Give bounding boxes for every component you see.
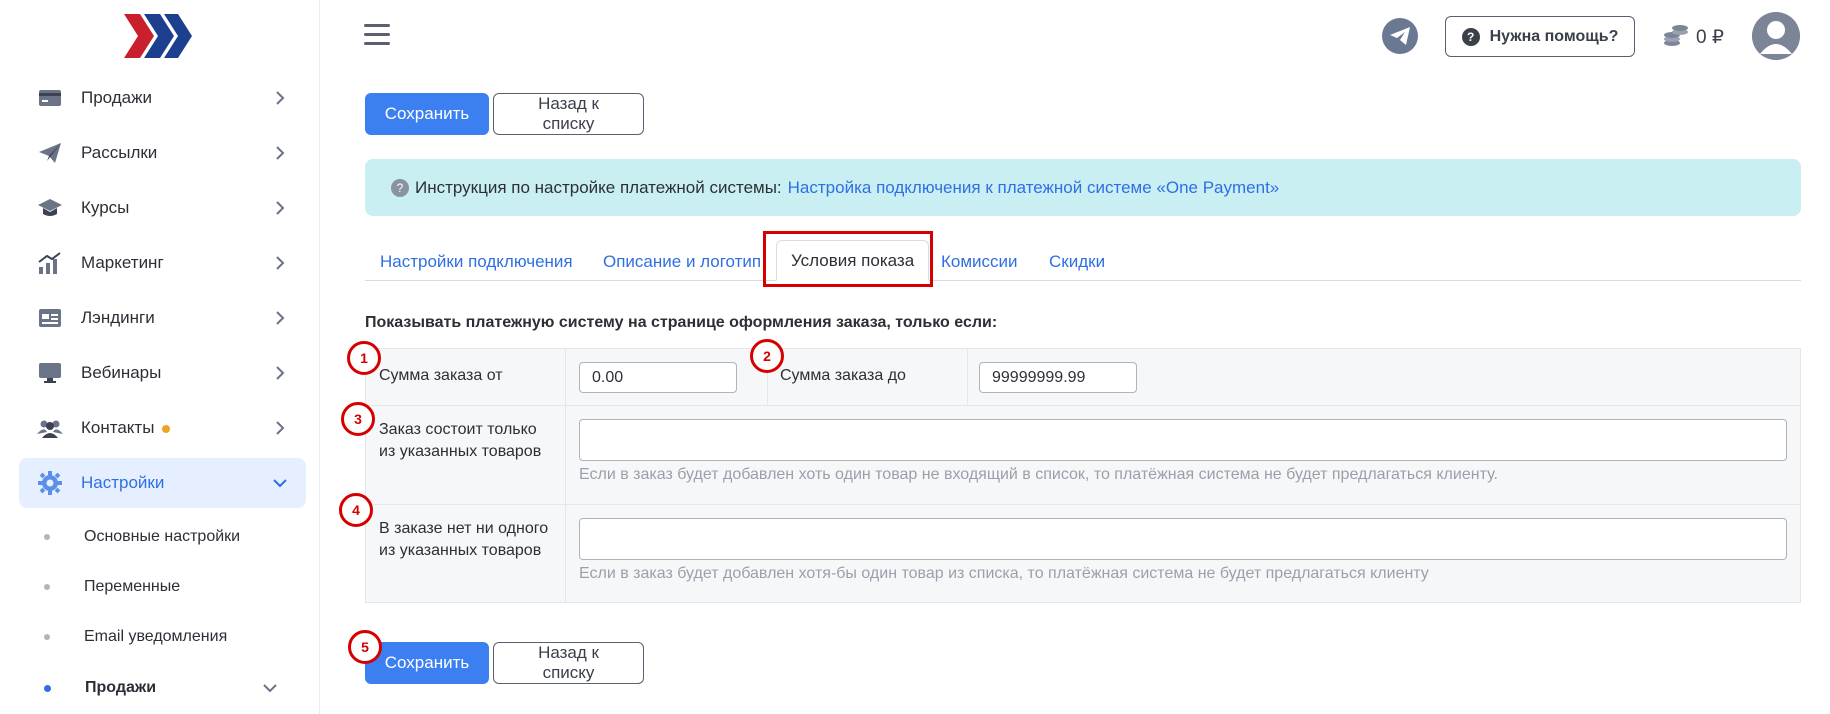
only-products-label: Заказ состоит только из указанных товаро… <box>379 421 542 460</box>
question-icon: ? <box>1461 27 1480 46</box>
instruction-banner: ? Инструкция по настройке платежной сист… <box>365 159 1801 216</box>
sidebar-item-label: Маркетинг <box>81 253 164 272</box>
chevron-down-icon <box>263 684 277 693</box>
sum-from-input[interactable]: 0.00 <box>579 362 737 393</box>
only-products-hint: Если в заказ будет добавлен хоть один то… <box>579 466 1498 483</box>
help-button-label: Нужна помощь? <box>1489 27 1619 45</box>
chevron-right-icon <box>276 256 285 270</box>
question-icon: ? <box>391 178 409 197</box>
chart-up-icon <box>37 250 63 276</box>
no-products-input[interactable] <box>579 518 1787 560</box>
menu-toggle-icon[interactable] <box>364 24 390 46</box>
chevron-right-icon <box>276 201 285 215</box>
bullet-icon <box>44 534 50 540</box>
annotation-marker-5: 5 <box>348 630 382 664</box>
telegram-icon[interactable] <box>1382 18 1418 54</box>
subitem-variables[interactable]: Переменные <box>44 567 306 607</box>
user-icon <box>1752 12 1800 60</box>
balance-value: 0 ₽ <box>1696 26 1724 48</box>
sidebar-item-sales[interactable]: Продажи <box>19 73 306 123</box>
bullet-icon <box>44 634 50 640</box>
annotation-marker-4: 4 <box>339 493 373 527</box>
save-button-bottom[interactable]: Сохранить <box>365 642 489 684</box>
sidebar-item-marketing[interactable]: Маркетинг <box>19 238 306 288</box>
sum-to-label: Сумма заказа до <box>780 367 906 384</box>
subitem-label: Переменные <box>84 578 181 595</box>
card-icon <box>37 85 63 111</box>
tab-commissions[interactable]: Комиссии <box>941 244 1018 280</box>
no-products-hint: Если в заказ будет добавлен хотя-бы один… <box>579 565 1429 582</box>
conditions-table: Сумма заказа от 0.00 Сумма заказа до 999… <box>365 348 1801 603</box>
save-button-top[interactable]: Сохранить <box>365 93 489 135</box>
sidebar-item-webinars[interactable]: Вебинары <box>19 348 306 398</box>
annotation-marker-3: 3 <box>341 402 375 436</box>
landing-page-icon <box>37 305 63 331</box>
table-row: Сумма заказа от 0.00 Сумма заказа до 999… <box>366 349 1800 406</box>
monitor-icon <box>37 360 63 386</box>
sidebar-item-mailings[interactable]: Рассылки <box>19 128 306 178</box>
subitem-email-notifications[interactable]: Email уведомления <box>44 617 306 657</box>
graduation-cap-icon <box>37 195 63 221</box>
bullet-icon <box>44 684 51 692</box>
sum-to-input[interactable]: 99999999.99 <box>979 362 1137 393</box>
help-button[interactable]: ? Нужна помощь? <box>1445 16 1635 57</box>
sidebar-item-label: Лэндинги <box>81 308 155 327</box>
users-icon <box>37 415 63 441</box>
table-row: Заказ состоит только из указанных товаро… <box>366 406 1800 505</box>
tab-connection-settings[interactable]: Настройки подключения <box>380 244 573 280</box>
back-to-list-button-bottom[interactable]: Назад к списку <box>493 642 644 684</box>
chevron-right-icon <box>276 421 285 435</box>
sum-from-label: Сумма заказа от <box>379 367 503 384</box>
table-row: В заказе нет ни одного из указанных това… <box>366 505 1800 603</box>
tab-description-logo[interactable]: Описание и логотип <box>603 244 761 280</box>
sidebar-item-landings[interactable]: Лэндинги <box>19 293 306 343</box>
tab-discounts[interactable]: Скидки <box>1049 244 1105 280</box>
chevron-right-icon <box>276 146 285 160</box>
section-title: Показывать платежную систему на странице… <box>365 314 998 331</box>
chevron-right-icon <box>276 366 285 380</box>
avatar[interactable] <box>1752 12 1800 60</box>
only-products-input[interactable] <box>579 419 1787 461</box>
sidebar-item-label: Настройки <box>81 473 165 492</box>
tabs-divider <box>365 280 1801 281</box>
chevron-down-icon <box>273 479 287 488</box>
notification-dot <box>162 424 171 433</box>
bullet-icon <box>44 584 50 590</box>
annotation-marker-2: 2 <box>750 339 784 373</box>
sidebar-item-contacts[interactable]: Контакты <box>19 403 306 453</box>
sidebar-item-label: Вебинары <box>81 363 162 382</box>
sidebar-item-settings[interactable]: Настройки <box>19 458 306 508</box>
subitem-main-settings[interactable]: Основные настройки <box>44 517 306 557</box>
sidebar-item-label: Контакты <box>81 418 171 438</box>
sidebar-item-label: Продажи <box>81 88 152 107</box>
subitem-sales[interactable]: Продажи <box>44 668 306 708</box>
subitem-label: Основные настройки <box>84 528 241 545</box>
balance[interactable]: 0 ₽ <box>1662 22 1724 52</box>
back-to-list-button-top[interactable]: Назад к списку <box>493 93 644 135</box>
banner-text: Инструкция по настройке платежной систем… <box>415 177 782 197</box>
instruction-link[interactable]: Настройка подключения к платежной систем… <box>788 178 1280 198</box>
annotation-highlight-box <box>763 231 933 287</box>
sidebar-item-label: Курсы <box>81 198 130 217</box>
sidebar-item-courses[interactable]: Курсы <box>19 183 306 233</box>
coins-icon <box>1664 25 1688 46</box>
subitem-label: Продажи <box>85 679 157 696</box>
sidebar-item-label: Рассылки <box>81 143 158 162</box>
logo-icon[interactable] <box>124 14 192 58</box>
annotation-marker-1: 1 <box>347 341 381 375</box>
subitem-label: Email уведомления <box>84 628 228 645</box>
gear-icon <box>37 470 63 496</box>
chevron-right-icon <box>276 311 285 325</box>
no-products-label: В заказе нет ни одного из указанных това… <box>379 520 549 559</box>
paper-plane-icon <box>37 140 63 166</box>
chevron-right-icon <box>276 91 285 105</box>
sidebar: Продажи Рассылки Курсы Маркетинг Лэндинг… <box>0 0 320 714</box>
